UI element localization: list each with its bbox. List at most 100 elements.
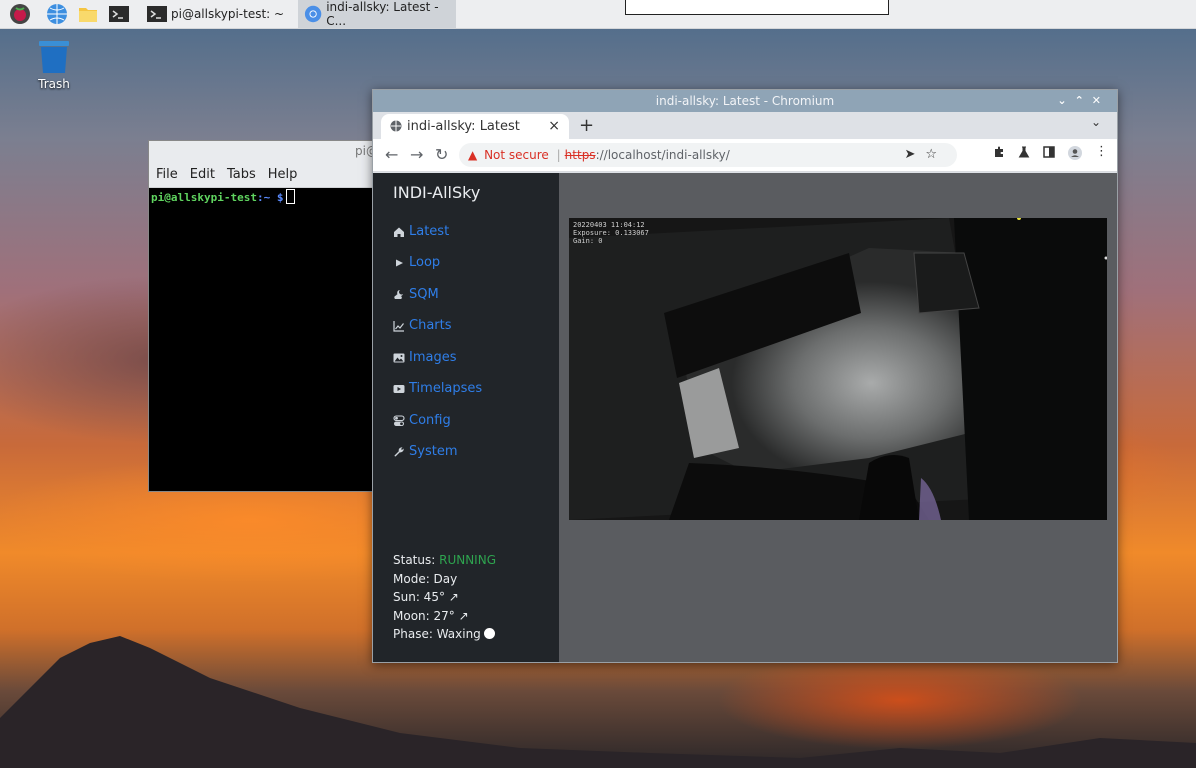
nav-label: Config <box>409 413 451 428</box>
play-icon <box>396 259 403 266</box>
side-panel-icon[interactable] <box>1043 146 1055 158</box>
image-exposure: Exposure: 0.133067 <box>573 229 649 237</box>
url-scheme: https <box>564 148 596 162</box>
image-icon <box>393 353 405 362</box>
task-chromium[interactable]: indi-allsky: Latest - C... <box>298 0 456 28</box>
tab-strip: indi-allsky: Latest × + ⌄ <box>373 112 1117 139</box>
toggles-icon <box>393 414 405 426</box>
minimize-icon[interactable]: ⌄ <box>1057 94 1074 107</box>
close-window-icon[interactable]: ✕ <box>1092 94 1109 107</box>
web-page: INDI-AllSky Latest Loop SQM Charts Image… <box>373 173 1117 662</box>
nav-sqm[interactable]: SQM <box>393 287 439 302</box>
terminal-menubar: File Edit Tabs Help <box>149 162 387 188</box>
status-label: Status: <box>393 553 436 567</box>
terminal-prompt[interactable]: pi@allskypi-test:~ $ <box>149 188 387 205</box>
puzzle-icon[interactable] <box>993 146 1005 158</box>
menu-file[interactable]: File <box>156 162 178 187</box>
terminal-launcher-icon[interactable] <box>108 3 130 25</box>
desktop-trash[interactable]: Trash <box>33 40 75 91</box>
web-browser-icon[interactable] <box>46 3 68 25</box>
status-line: Status: RUNNING <box>393 551 496 570</box>
terminal-window[interactable]: pi@allskypi-test: ~ File Edit Tabs Help … <box>148 140 388 492</box>
nav-label: Loop <box>409 255 441 270</box>
chromium-icon <box>304 5 322 23</box>
tab-title: indi-allsky: Latest <box>407 119 520 134</box>
send-icon[interactable]: ➤ <box>904 147 925 162</box>
nav-latest[interactable]: Latest <box>393 224 449 239</box>
tab-latest[interactable]: indi-allsky: Latest × <box>381 114 569 139</box>
terminal-title[interactable]: pi@allskypi-test: ~ <box>149 141 387 162</box>
file-manager-icon[interactable] <box>77 3 99 25</box>
wrench-icon <box>394 446 404 456</box>
phase-text: Phase: Waxing <box>393 627 481 642</box>
app-brand[interactable]: INDI-AllSky <box>393 183 480 202</box>
back-arrow-icon[interactable]: ← <box>385 145 398 164</box>
tab-close-icon[interactable]: × <box>548 114 560 139</box>
browser-toolbar: ← → ↻ ▲ Not secure | https://localhost/in… <box>373 139 1117 172</box>
nav-timelapses[interactable]: Timelapses <box>393 381 482 396</box>
chart-line-icon <box>393 320 404 332</box>
taskbar: pi@allskypi-test: ~ indi-allsky: Latest … <box>0 0 1196 29</box>
prompt-user: pi@allskypi-test <box>151 191 257 204</box>
bookmark-star-icon[interactable]: ☆ <box>925 147 947 162</box>
mode-line: Mode: Day <box>393 571 458 586</box>
address-bar[interactable]: ▲ Not secure | https://localhost/indi-all… <box>459 143 957 167</box>
cloud-moon-icon <box>394 289 403 299</box>
chromium-titlebar[interactable]: indi-allsky: Latest - Chromium ⌄⌃✕ <box>373 90 1117 112</box>
moon-phase-icon <box>483 628 495 640</box>
nav-label: SQM <box>409 287 439 302</box>
video-icon <box>393 384 405 393</box>
url-text: ://localhost/indi-allsky/ <box>595 148 730 162</box>
phase-line: Phase: Waxing <box>393 625 496 644</box>
app-sidebar: INDI-AllSky Latest Loop SQM Charts Image… <box>373 173 559 662</box>
moon-line: Moon: 27° ↗ <box>393 608 469 623</box>
profile-avatar-icon[interactable] <box>1068 146 1082 160</box>
window-title: indi-allsky: Latest - Chromium <box>655 94 835 108</box>
menu-edit[interactable]: Edit <box>190 162 215 187</box>
sun-line: Sun: 45° ↗ <box>393 590 459 605</box>
tab-search-chevron-icon[interactable]: ⌄ <box>1091 115 1101 129</box>
reload-icon[interactable]: ↻ <box>435 145 448 164</box>
address-separator: | <box>556 148 561 162</box>
image-overlay-text: 20220403 11:04:12 Exposure: 0.133067 Gai… <box>573 221 649 245</box>
status-panel: Status: RUNNING Mode: Day Sun: 45° ↗ Moo… <box>393 551 496 644</box>
raspberry-menu-icon[interactable] <box>9 3 31 25</box>
flask-icon[interactable] <box>1018 146 1030 158</box>
menu-tabs[interactable]: Tabs <box>227 162 256 187</box>
text-cursor <box>286 189 296 204</box>
nav-label: System <box>409 444 458 459</box>
status-value: RUNNING <box>439 553 496 567</box>
terminal-icon <box>147 6 167 22</box>
warning-icon: ▲ <box>468 148 478 162</box>
trash-icon <box>39 41 69 73</box>
nav-images[interactable]: Images <box>393 350 457 365</box>
image-gain: Gain: 0 <box>573 237 603 245</box>
extension-icons: ⋮ <box>993 145 1108 160</box>
trash-label: Trash <box>38 77 70 91</box>
latest-sky-image[interactable]: 20220403 11:04:12 Exposure: 0.133067 Gai… <box>569 218 1107 520</box>
nav-loop[interactable]: Loop <box>393 255 440 270</box>
nav-label: Timelapses <box>409 381 483 396</box>
chromium-window: indi-allsky: Latest - Chromium ⌄⌃✕ indi-… <box>372 89 1118 663</box>
image-timestamp: 20220403 11:04:12 <box>573 221 645 229</box>
not-secure-label[interactable]: Not secure <box>484 148 549 162</box>
nav-label: Charts <box>409 318 452 333</box>
kebab-menu-icon[interactable]: ⋮ <box>1095 145 1108 158</box>
nav-label: Images <box>409 350 457 365</box>
nav-system[interactable]: System <box>393 444 457 459</box>
nav-label: Latest <box>409 224 450 239</box>
camera-frame-illustration <box>569 218 1107 520</box>
nav-charts[interactable]: Charts <box>393 318 452 333</box>
task-terminal-label: pi@allskypi-test: ~ <box>171 7 285 21</box>
globe-icon <box>390 120 402 132</box>
address-actions: ➤☆ <box>904 143 947 167</box>
maximize-icon[interactable]: ⌃ <box>1075 94 1092 107</box>
prompt-path: :~ $ <box>256 191 284 204</box>
forward-arrow-icon[interactable]: → <box>410 145 423 164</box>
menu-help[interactable]: Help <box>268 162 298 187</box>
home-icon <box>394 227 404 237</box>
task-terminal[interactable]: pi@allskypi-test: ~ <box>140 0 290 28</box>
nav-config[interactable]: Config <box>393 413 451 428</box>
task-chromium-label: indi-allsky: Latest - C... <box>326 0 439 28</box>
new-tab-button[interactable]: + <box>579 112 594 139</box>
